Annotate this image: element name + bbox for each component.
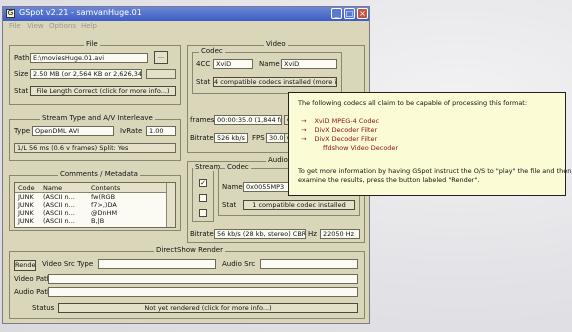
directshow-group: DirectShow Render Render Video Src Type … <box>9 246 365 319</box>
file-group: File Path E:\moviesHuge.01.avi ... Size … <box>9 40 181 105</box>
window-title: GSpot v2.21 - samvanHuge.01 <box>19 8 142 17</box>
directshow-group-title: DirectShow Render <box>154 246 225 254</box>
ivrate-field: 1.00 <box>146 126 176 136</box>
render-status-button[interactable]: Not yet rendered (click for more info...… <box>58 303 358 313</box>
render-button[interactable]: Render <box>14 260 36 271</box>
menu-help[interactable]: Help <box>81 22 97 30</box>
file-stat-label: Stat <box>14 87 29 95</box>
audio-bitrate-field: 56 kb/s (28 kb, stereo) CBR <box>214 229 306 239</box>
comments-group-title: Comments / Metadata <box>58 170 140 178</box>
codec-list-item: → DivX Decoder Filter <box>301 135 378 143</box>
browse-button[interactable]: ... <box>154 51 168 64</box>
table-cell: f7>,)DA <box>91 201 117 209</box>
frames-field: 00:00:35.0 (1,844 fr) <box>214 115 282 125</box>
stream-group: Stream Type and A/V Interleave Type Open… <box>9 114 181 161</box>
fps-label: FPS <box>252 134 265 142</box>
video-name-label: Name <box>259 60 280 68</box>
file-stat-button[interactable]: File Length Correct (click for more info… <box>30 86 176 96</box>
arrow-icon: → <box>301 135 307 143</box>
video-path-field <box>48 274 358 284</box>
title-bar[interactable]: G GSpot v2.21 - samvanHuge.01 _ □ × <box>3 7 369 21</box>
table-cell: fw(RGB <box>91 193 116 201</box>
size-label: Size <box>14 70 29 78</box>
audio-group-title: Audio <box>266 156 290 164</box>
codec-list-item: ffdshow Video Decoder <box>323 144 399 152</box>
video-group-title: Video <box>264 40 288 48</box>
video-stat-button[interactable]: 4 compatible codecs installed (more info… <box>213 77 337 87</box>
audio-stat-label: Stat <box>222 201 237 209</box>
fourcc-label: 4CC <box>196 60 211 68</box>
table-row[interactable]: JUNK <box>18 209 34 217</box>
path-label: Path <box>14 54 30 62</box>
menu-file[interactable]: File <box>9 22 21 30</box>
video-src-type-label: Video Src Type <box>42 260 94 268</box>
tooltip-note-line-1: To get more information by having GSpot … <box>298 167 572 175</box>
table-cell: (ASCII n... <box>43 217 75 225</box>
audio-codec-title: Codec <box>225 163 251 171</box>
stream-group-title: Stream Type and A/V Interleave <box>40 114 155 122</box>
table-cell: (ASCII n... <box>43 193 75 201</box>
video-path-label: Video Path <box>14 275 52 283</box>
table-row[interactable]: JUNK <box>18 201 34 209</box>
codec-list-item: → XviD MPEG-4 Codec <box>301 117 380 125</box>
column-header-name[interactable]: Name <box>43 184 62 192</box>
file-group-title: File <box>84 40 100 48</box>
arrow-icon: → <box>301 117 307 125</box>
tooltip-note-line-2: examine the results, press the button la… <box>298 176 480 184</box>
audio-bitrate-label: Bitrate <box>190 230 214 238</box>
table-cell: @DnHM <box>91 209 118 217</box>
size-field: 2.50 MB (or 2,564 KB or 2,626,34 <box>30 69 142 79</box>
tooltip-intro: The following codecs all claim to be cap… <box>298 99 528 107</box>
interleave-field: 1/L 56 ms (0.6 v frames) Split: Yes <box>14 143 176 153</box>
size-extra-field <box>146 69 176 79</box>
app-icon: G <box>6 9 15 18</box>
codec-list-item: → DivX Decoder Filter <box>301 126 378 134</box>
hz-field: 22050 Hz <box>320 229 360 239</box>
bitrate-field: 526 kb/s <box>214 133 248 143</box>
type-field: OpenDML AVI <box>32 126 114 136</box>
menu-options[interactable]: Options <box>49 22 76 30</box>
codec-info-tooltip: The following codecs all claim to be cap… <box>288 92 571 196</box>
menu-bar: File View Options Help <box>3 21 369 32</box>
stream-3-checkbox[interactable] <box>199 209 207 217</box>
path-field[interactable]: E:\moviesHuge.01.avi <box>30 53 148 63</box>
video-codec-group: Codec 4CC XviD Name XviD Stat 4 compatib… <box>192 47 342 94</box>
audio-path-label: Audio Path <box>14 288 52 296</box>
ivrate-label: IvRate <box>120 127 143 135</box>
minimize-button[interactable]: _ <box>331 8 342 19</box>
audio-path-field <box>48 287 358 297</box>
table-cell: (ASCII n... <box>43 201 75 209</box>
hz-label: Hz <box>308 230 317 238</box>
table-row[interactable]: JUNK <box>18 193 34 201</box>
audio-src-field <box>260 259 358 269</box>
audio-src-label: Audio Src <box>222 260 256 268</box>
maximize-button[interactable]: □ <box>344 8 355 19</box>
status-label: Status <box>32 304 55 312</box>
table-cell: (ASCII n... <box>43 209 75 217</box>
comments-group: Comments / Metadata Code Name Contents J… <box>9 170 181 231</box>
arrow-icon: → <box>301 126 307 134</box>
table-cell: B,|B <box>91 217 105 225</box>
comments-scrollbar[interactable] <box>166 183 175 227</box>
column-header-contents[interactable]: Contents <box>91 184 120 192</box>
type-label: Type <box>14 127 31 135</box>
video-name-field: XviD <box>281 59 337 69</box>
menu-view[interactable]: View <box>27 22 44 30</box>
comments-table-header: Code Name Contents <box>15 183 175 193</box>
video-codec-title: Codec <box>199 47 225 55</box>
table-row[interactable]: JUNK <box>18 217 34 225</box>
comments-table: Code Name Contents JUNK (ASCII n... fw(R… <box>14 182 176 228</box>
close-button[interactable]: × <box>357 8 368 19</box>
video-src-type-field <box>98 259 216 269</box>
frames-label: frames <box>190 116 215 124</box>
bitrate-label: Bitrate <box>190 134 214 142</box>
audio-stat-button[interactable]: 1 compatible codec installed <box>243 200 355 210</box>
stream-1-checkbox[interactable]: ✓ <box>199 179 207 187</box>
audio-name-label: Name <box>222 183 243 191</box>
stream-2-checkbox[interactable] <box>199 194 207 202</box>
audio-stream-group: Stream ✓ <box>192 163 223 222</box>
column-header-code[interactable]: Code <box>18 184 35 192</box>
fourcc-field: XviD <box>213 59 253 69</box>
video-stat-label: Stat <box>196 78 211 86</box>
